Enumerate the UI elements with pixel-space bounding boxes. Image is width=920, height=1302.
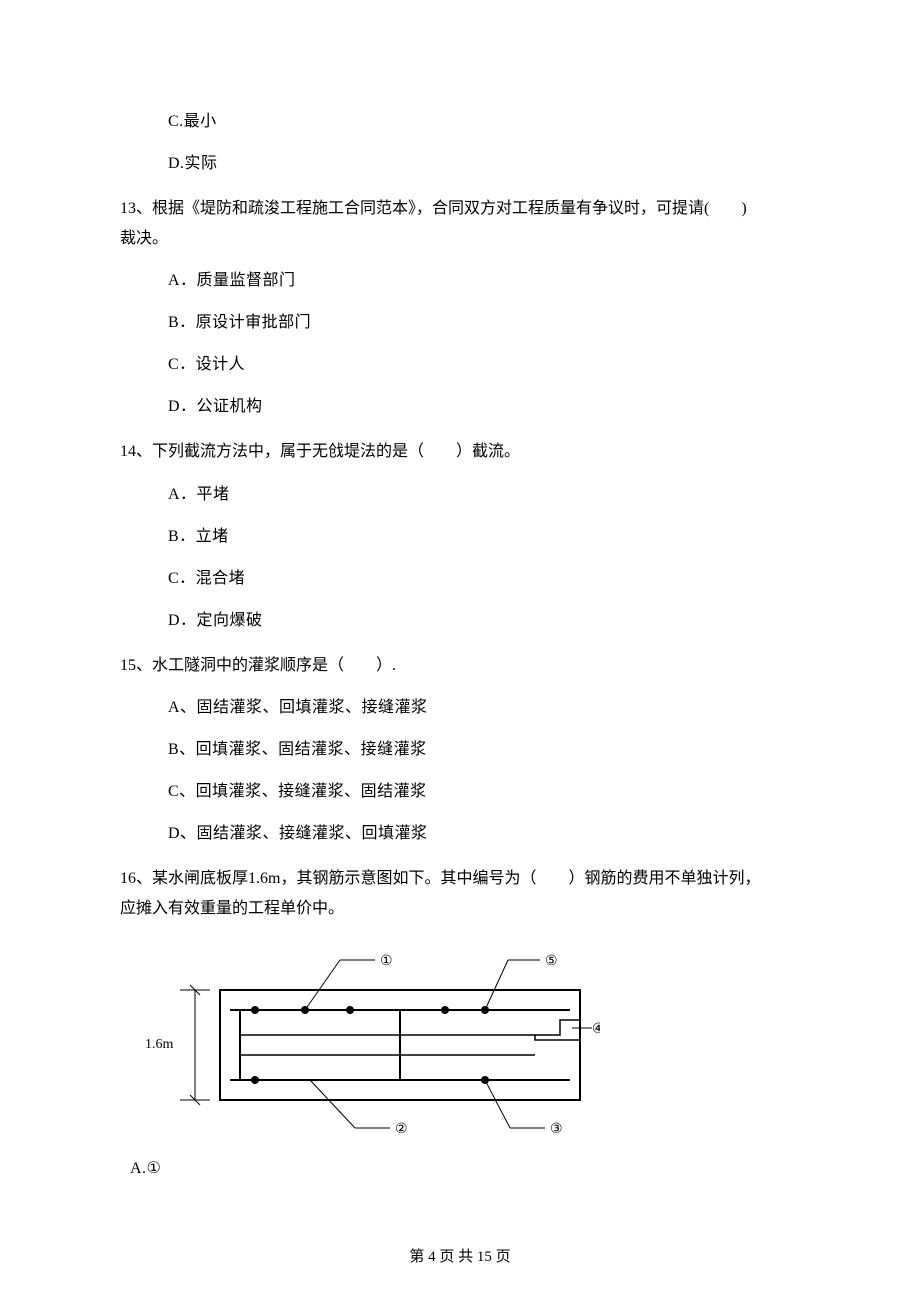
q13-stem-line2: 裁决。 (120, 230, 168, 247)
rebar-diagram-svg: 1.6m (140, 940, 600, 1140)
diagram-label-1: ① (380, 954, 393, 969)
page: C.最小 D.实际 13、根据《堤防和疏浚工程施工合同范本》，合同双方对工程质量… (0, 0, 920, 1302)
q15-option-d: D、固结灌浆、接缝灌浆、回填灌浆 (168, 822, 800, 846)
diagram-label-5: ⑤ (545, 954, 558, 969)
q15-option-a: A、固结灌浆、回填灌浆、接缝灌浆 (168, 696, 800, 720)
q14-stem: 14、下列截流方法中，属于无戗堤法的是（ ）截流。 (120, 437, 800, 467)
diagram-label-2: ② (395, 1122, 408, 1137)
prev-option-d: D.实际 (168, 152, 800, 176)
q13-stem: 13、根据《堤防和疏浚工程施工合同范本》，合同双方对工程质量有争议时，可提请( … (120, 194, 800, 253)
q14-option-a: A．平堵 (168, 483, 800, 507)
prev-option-c: C.最小 (168, 110, 800, 134)
q16-option-a: A.① (130, 1157, 800, 1181)
q13-option-b: B．原设计审批部门 (168, 311, 800, 335)
q13-option-a: A．质量监督部门 (168, 269, 800, 293)
q16-stem-line2: 应摊入有效重量的工程单价中。 (120, 900, 344, 917)
q13-stem-line1: 13、根据《堤防和疏浚工程施工合同范本》，合同双方对工程质量有争议时，可提请( … (120, 200, 747, 217)
q15-option-b: B、回填灌浆、固结灌浆、接缝灌浆 (168, 738, 800, 762)
q13-option-c: C．设计人 (168, 353, 800, 377)
diagram-label-3: ③ (550, 1122, 563, 1137)
q15-option-c: C、回填灌浆、接缝灌浆、固结灌浆 (168, 780, 800, 804)
q16-stem-line1: 16、某水闸底板厚1.6m，其钢筋示意图如下。其中编号为（ ）钢筋的费用不单独计… (120, 870, 760, 887)
page-footer: 第 4 页 共 15 页 (0, 1245, 920, 1266)
rebar-diagram: 1.6m (140, 940, 800, 1145)
q13-option-d: D．公证机构 (168, 395, 800, 419)
q14-option-b: B．立堵 (168, 525, 800, 549)
q15-stem: 15、水工隧洞中的灌浆顺序是（ ）. (120, 651, 800, 681)
q14-option-c: C．混合堵 (168, 567, 800, 591)
q16-stem: 16、某水闸底板厚1.6m，其钢筋示意图如下。其中编号为（ ）钢筋的费用不单独计… (120, 864, 800, 923)
q14-option-d: D．定向爆破 (168, 609, 800, 633)
diagram-dim-label: 1.6m (145, 1037, 174, 1052)
diagram-label-4: ④ (592, 1022, 600, 1037)
